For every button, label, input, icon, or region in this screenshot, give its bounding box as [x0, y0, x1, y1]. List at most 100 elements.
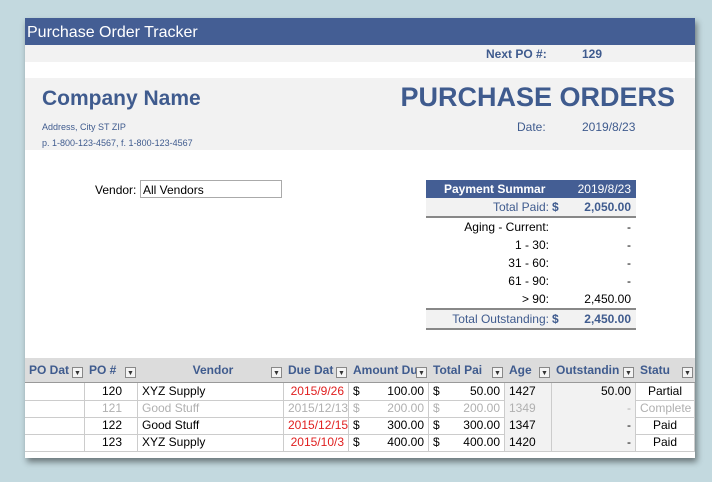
cell-value: Good Stuff [142, 401, 200, 415]
aging-value: - [627, 238, 631, 252]
currency-symbol: $ [433, 401, 440, 415]
cell-value: Complete [640, 401, 692, 415]
aging-label: 61 - 90: [508, 274, 549, 288]
cell-status[interactable]: Paid [636, 434, 695, 451]
cell-age[interactable]: 1420 [505, 434, 552, 451]
aging-value: - [627, 256, 631, 270]
column-header-label: PO Dat [29, 363, 70, 377]
cell-paid[interactable]: $400.00 [429, 434, 505, 451]
cell-value: 120 [101, 384, 122, 398]
filter-dropdown-icon[interactable]: ▼ [623, 367, 634, 378]
currency-symbol: $ [433, 435, 440, 449]
cell-value: Paid [652, 435, 678, 449]
cell-outstanding[interactable]: - [552, 400, 636, 417]
column-header-label: Outstandin [556, 363, 620, 377]
cell-outstanding[interactable]: - [552, 417, 636, 434]
cell-paid[interactable]: $200.00 [429, 400, 505, 417]
filter-dropdown-icon[interactable]: ▼ [125, 367, 136, 378]
payment-summary-date: 2019/8/23 [577, 182, 631, 196]
cell-vendor[interactable]: XYZ Supply [138, 434, 284, 451]
currency-symbol: $ [353, 435, 360, 449]
column-header-label: Due Dat [288, 363, 334, 377]
vendor-filter-label: Vendor: [95, 183, 137, 197]
filter-dropdown-icon[interactable]: ▼ [539, 367, 550, 378]
cell-po-date[interactable] [25, 417, 85, 434]
cell-value: - [627, 435, 631, 449]
cell-due[interactable]: 2015/12/13 [284, 400, 349, 417]
table-row[interactable]: 121 Good Stuff 2015/12/13 $200.00 $200.00 134… [25, 400, 695, 418]
cell-value: - [627, 401, 631, 415]
cell-value: 122 [101, 418, 122, 432]
cell-value: 50.00 [469, 384, 500, 398]
next-po-label: Next PO #: [486, 47, 547, 61]
table-row[interactable]: 122 Good Stuff 2015/12/15 $300.00 $300.00 134… [25, 417, 695, 435]
filter-dropdown-icon[interactable]: ▼ [492, 367, 503, 378]
filter-dropdown-icon[interactable]: ▼ [682, 367, 693, 378]
cell-value: 300.00 [387, 418, 424, 432]
cell-po[interactable]: 121 [85, 400, 138, 417]
cell-vendor[interactable]: Good Stuff [138, 417, 284, 434]
cell-po-date[interactable] [25, 383, 85, 400]
cell-value: 1349 [509, 401, 536, 415]
cell-po-date[interactable] [25, 400, 85, 417]
cell-value: 200.00 [387, 401, 424, 415]
cell-value: 400.00 [387, 435, 424, 449]
company-phone[interactable]: p. 1-800-123-4567, f. 1-800-123-4567 [42, 138, 193, 148]
cell-vendor[interactable]: XYZ Supply [138, 383, 284, 400]
cell-paid[interactable]: $300.00 [429, 417, 505, 434]
total-paid-currency: $ [552, 200, 559, 214]
cell-value: 2015/12/13 [288, 401, 349, 415]
cell-value: 1427 [509, 384, 536, 398]
column-header-label: Age [509, 363, 532, 377]
currency-symbol: $ [353, 401, 360, 415]
filter-dropdown-icon[interactable]: ▼ [336, 367, 347, 378]
cell-po-date[interactable] [25, 434, 85, 451]
cell-age[interactable]: 1347 [505, 417, 552, 434]
cell-due[interactable]: 2015/12/15 [284, 417, 349, 434]
date-label: Date: [517, 120, 546, 134]
cell-po[interactable]: 123 [85, 434, 138, 451]
cell-value: 121 [101, 401, 122, 415]
cell-value: Partial [647, 384, 682, 398]
aging-label: > 90: [521, 292, 549, 306]
cell-amount[interactable]: $100.00 [349, 383, 429, 400]
cell-value: 2015/9/26 [290, 384, 344, 398]
vendor-filter-input[interactable]: All Vendors [140, 180, 282, 198]
cell-po[interactable]: 120 [85, 383, 138, 400]
cell-outstanding[interactable]: 50.00 [552, 383, 636, 400]
table-row[interactable]: 120 XYZ Supply 2015/9/26 $100.00 $50.00 1427 5… [25, 383, 695, 401]
column-header-label: Total Pai [433, 363, 483, 377]
cell-amount[interactable]: $200.00 [349, 400, 429, 417]
cell-value: 1347 [509, 418, 536, 432]
cell-status[interactable]: Paid [636, 417, 695, 434]
cell-due[interactable]: 2015/10/3 [284, 434, 349, 451]
cell-amount[interactable]: $300.00 [349, 417, 429, 434]
total-outstanding-currency: $ [552, 312, 559, 326]
filter-dropdown-icon[interactable]: ▼ [271, 367, 282, 378]
table-row[interactable]: 123 XYZ Supply 2015/10/3 $400.00 $400.00 1420… [25, 434, 695, 452]
column-header-label: Statu [640, 363, 670, 377]
cell-outstanding[interactable]: - [552, 434, 636, 451]
aging-label: 31 - 60: [508, 256, 549, 270]
cell-amount[interactable]: $400.00 [349, 434, 429, 451]
date-value[interactable]: 2019/8/23 [582, 120, 635, 134]
company-address[interactable]: Address, City ST ZIP [42, 122, 126, 132]
cell-value: Good Stuff [142, 418, 200, 432]
cell-vendor[interactable]: Good Stuff [138, 400, 284, 417]
cell-age[interactable]: 1427 [505, 383, 552, 400]
cell-status[interactable]: Complete [636, 400, 695, 417]
company-name[interactable]: Company Name [42, 87, 201, 111]
cell-po[interactable]: 122 [85, 417, 138, 434]
cell-age[interactable]: 1349 [505, 400, 552, 417]
aging-value: 2,450.00 [584, 292, 631, 306]
next-po-value[interactable]: 129 [582, 47, 602, 61]
filter-dropdown-icon[interactable]: ▼ [72, 367, 83, 378]
cell-due[interactable]: 2015/9/26 [284, 383, 349, 400]
column-header-label: PO # [89, 363, 117, 377]
doc-title: PURCHASE ORDERS [400, 82, 675, 112]
app-title: Purchase Order Tracker [25, 18, 695, 45]
filter-dropdown-icon[interactable]: ▼ [416, 367, 427, 378]
total-outstanding-value: 2,450.00 [584, 312, 631, 326]
cell-status[interactable]: Partial [636, 383, 695, 400]
cell-paid[interactable]: $50.00 [429, 383, 505, 400]
